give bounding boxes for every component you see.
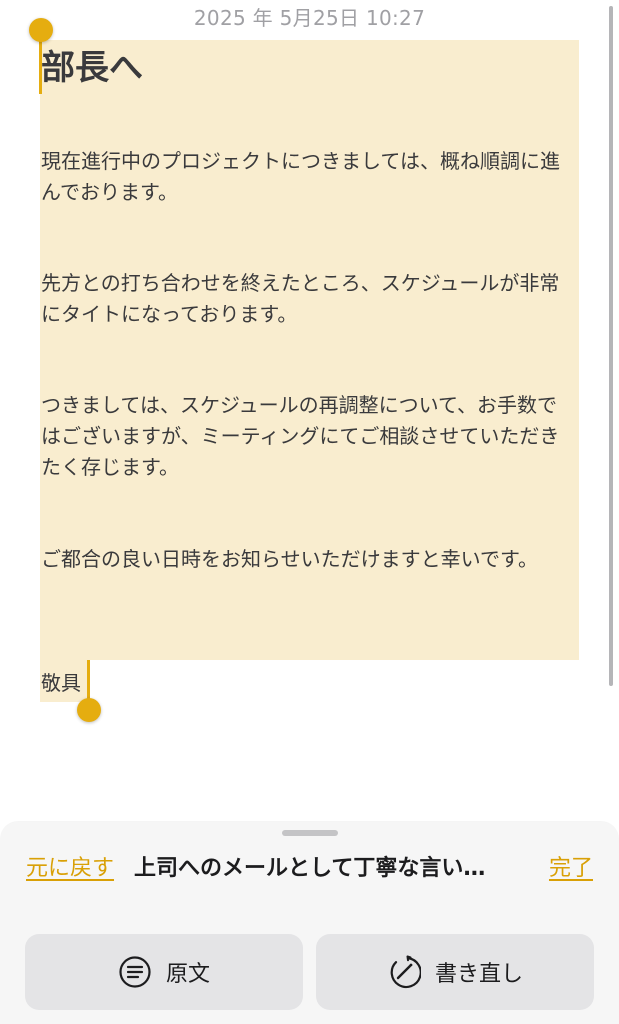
panel-grabber[interactable]: [282, 830, 338, 836]
rewrite-prompt-text: 上司へのメールとして丁寧な言い…: [134, 856, 486, 881]
show-original-button[interactable]: 原文: [25, 934, 303, 1010]
show-original-label: 原文: [165, 962, 210, 987]
note-heading: 部長へ: [41, 48, 143, 88]
rewrite-button[interactable]: 書き直し: [316, 934, 594, 1010]
selection-end-handle[interactable]: [77, 698, 101, 722]
rewrite-circle-icon: [387, 955, 421, 989]
list-circle-icon: [118, 955, 152, 989]
note-paragraph: ご都合の良い日時をお知らせいただけますと幸いです。: [41, 547, 538, 571]
note-body[interactable]: 部長へ 現在進行中のプロジェクトにつきましては、概ね順調に進んでおります。 先方…: [41, 40, 581, 695]
selection-start-handle-bar[interactable]: [39, 40, 42, 94]
writing-tools-panel: 元に戻す 上司へのメールとして丁寧な言い… 完了 原文 書き直し: [0, 822, 619, 1024]
note-paragraph: 先方との打ち合わせを終えたところ、スケジュールが非常にタイトになっております。: [41, 271, 560, 326]
note-paragraph: 現在進行中のプロジェクトにつきましては、概ね順調に進んでおります。: [41, 149, 560, 204]
done-button[interactable]: 完了: [549, 850, 593, 882]
scrollbar[interactable]: [609, 6, 613, 686]
note-timestamp: 2025 年 5月25日 10:27: [193, 6, 426, 30]
note-paragraph: つきましては、スケジュールの再調整について、お手数ではございますが、ミーティング…: [41, 393, 560, 479]
note-closing: 敬具: [41, 671, 81, 695]
selection-start-handle[interactable]: [29, 18, 53, 42]
notes-app-screen: 2025 年 5月25日 10:27 部長へ 現在進行中のプロジェクトにつきまし…: [0, 0, 619, 1024]
undo-button[interactable]: 元に戻す: [26, 850, 114, 882]
rewrite-label: 書き直し: [434, 962, 523, 987]
